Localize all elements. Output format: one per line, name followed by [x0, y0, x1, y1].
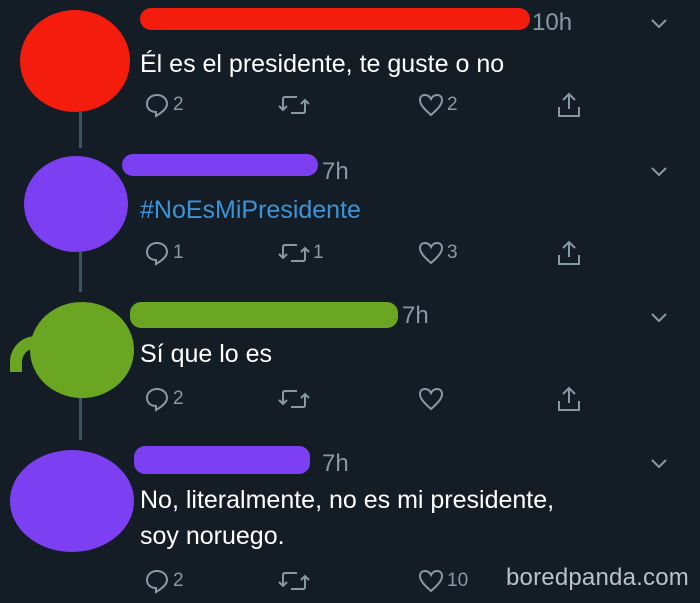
reply-icon	[145, 241, 169, 266]
reply-button[interactable]: 2	[144, 566, 184, 596]
heart-icon	[418, 569, 444, 593]
reply-button[interactable]: 2	[144, 384, 184, 414]
avatar[interactable]	[30, 302, 134, 398]
author-name[interactable]	[122, 154, 318, 176]
tweet-text: No, literalmente, no es mi presidente, s…	[140, 482, 554, 554]
like-count: 10	[447, 570, 469, 591]
like-button[interactable]: 2	[418, 90, 458, 120]
action-bar: 2 2	[140, 90, 600, 120]
share-icon	[558, 92, 580, 117]
timestamp[interactable]: 7h	[322, 450, 349, 478]
timestamp[interactable]: 7h	[402, 302, 429, 330]
tweet-text-line: Él es el presidente, te guste o no	[140, 50, 505, 78]
action-bar: 2	[140, 384, 600, 414]
share-icon	[558, 240, 580, 265]
reply-count: 1	[173, 242, 184, 263]
retweet-button[interactable]: 1	[278, 238, 324, 268]
like-count: 3	[447, 242, 458, 263]
tweet-text: Sí que lo es	[140, 336, 272, 372]
retweet-button[interactable]	[278, 566, 313, 596]
like-count: 2	[447, 94, 458, 115]
retweet-icon	[278, 390, 310, 408]
like-button[interactable]: 3	[418, 238, 458, 268]
share-button[interactable]	[556, 384, 582, 414]
timestamp[interactable]: 7h	[322, 158, 349, 186]
reply-count: 2	[173, 94, 184, 115]
retweet-button[interactable]	[278, 90, 313, 120]
avatar[interactable]	[24, 156, 128, 252]
author-name[interactable]	[140, 8, 530, 30]
like-button[interactable]	[418, 384, 447, 414]
action-bar: 1 1 3	[140, 238, 600, 268]
tweet[interactable]: 7h #NoEsMiPresidente 1 1 3	[0, 148, 700, 288]
retweet-icon	[278, 244, 310, 262]
avatar[interactable]	[10, 450, 134, 552]
hashtag-link[interactable]: #NoEsMiPresidente	[140, 196, 361, 224]
chevron-down-icon[interactable]	[648, 306, 670, 328]
tweet-text-line: Sí que lo es	[140, 340, 273, 368]
author-name[interactable]	[130, 302, 398, 328]
avatar-tail	[10, 336, 40, 372]
author-name[interactable]	[134, 446, 310, 474]
share-button[interactable]	[556, 90, 582, 120]
share-button[interactable]	[556, 238, 582, 268]
avatar[interactable]	[20, 10, 130, 112]
tweet[interactable]: 7h Sí que lo es 2	[0, 292, 700, 440]
watermark: boredpanda.com	[506, 564, 689, 591]
heart-icon	[418, 93, 444, 117]
reply-count: 2	[173, 388, 184, 409]
reply-button[interactable]: 1	[144, 238, 184, 268]
reply-button[interactable]: 2	[144, 90, 184, 120]
heart-icon	[418, 387, 444, 411]
tweet-text-line: No, literalmente, no es mi presidente,	[140, 486, 555, 514]
reply-icon	[145, 569, 169, 594]
reply-icon	[145, 93, 169, 118]
retweet-icon	[278, 572, 310, 590]
tweet[interactable]: 10h Él es el presidente, te guste o no 2…	[0, 0, 700, 140]
share-icon	[558, 386, 580, 411]
timestamp[interactable]: 10h	[532, 9, 572, 37]
reply-count: 2	[173, 570, 184, 591]
retweet-count: 1	[313, 242, 324, 263]
tweet-text: Él es el presidente, te guste o no	[140, 46, 504, 82]
tweet-text-line: soy noruego.	[140, 522, 285, 550]
chevron-down-icon[interactable]	[648, 12, 670, 34]
retweet-icon	[278, 96, 310, 114]
tweet-text[interactable]: #NoEsMiPresidente	[140, 192, 361, 228]
reply-icon	[145, 387, 169, 412]
chevron-down-icon[interactable]	[648, 452, 670, 474]
chevron-down-icon[interactable]	[648, 160, 670, 182]
retweet-button[interactable]	[278, 384, 313, 414]
like-button[interactable]: 10	[418, 566, 468, 596]
heart-icon	[418, 241, 444, 265]
